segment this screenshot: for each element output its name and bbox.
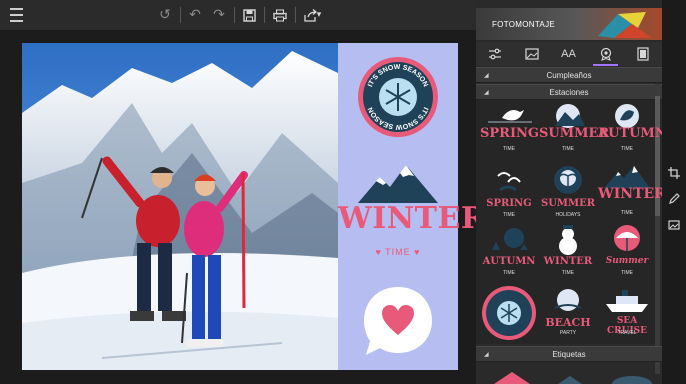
gallery-icon [668, 220, 680, 230]
print-icon [273, 9, 287, 21]
image-icon [524, 48, 539, 60]
text-icon: AA [561, 48, 576, 60]
sticker-snow-badge[interactable] [480, 282, 538, 342]
sticker-sub: TRAVEL [617, 330, 637, 336]
sticker-title: AUTUMN [482, 256, 536, 267]
winter-time-label: TIME [385, 247, 411, 257]
sticker-spring-time[interactable]: SPRING TIME [480, 100, 540, 160]
sticker-sub: TIME [503, 146, 515, 152]
sticker-sub: TIME [621, 146, 633, 152]
sticker-winter-time[interactable]: WINTER TIME [598, 162, 666, 222]
sticker-title: Summer [605, 256, 649, 266]
sticker-icon [600, 47, 611, 61]
collapse-caret-icon: ◢ [484, 350, 489, 358]
frame-icon [636, 47, 649, 61]
tab-frames[interactable] [624, 42, 661, 66]
canvas-area: IT'S SNOW SEASON IT'S SNOW SEASON WINTER… [0, 30, 487, 384]
top-toolbar: ↺ ↶ ↷ ▾ [0, 0, 476, 30]
side-tool-column [662, 0, 686, 384]
crop-tool[interactable] [667, 166, 681, 180]
undo-icon[interactable]: ↶ [183, 4, 207, 26]
label-stickers-preview [494, 372, 652, 384]
tab-adjustments[interactable] [476, 42, 513, 66]
hamburger-icon[interactable] [4, 4, 28, 26]
tab-stickers[interactable] [587, 42, 624, 66]
sticker-sub: TIME [562, 146, 574, 152]
sticker-title: AUTUMN [598, 126, 667, 141]
sticker-sub: PARTY [559, 330, 577, 336]
redo-icon[interactable]: ↷ [207, 4, 231, 26]
sticker-summer-time[interactable]: SUMMER TIME [539, 100, 610, 160]
banner-label: FOTOMONTAJE [492, 20, 556, 29]
tab-image[interactable] [513, 42, 550, 66]
section-seasons-label: Estaciones [549, 87, 589, 97]
sticker-sea-cruise[interactable]: SEA CRUISE TRAVEL [598, 282, 656, 342]
section-seasons[interactable]: ◢ Estaciones [476, 84, 662, 100]
pen-icon [669, 193, 680, 204]
sticker-title: SUMMER [539, 126, 610, 141]
sticker-title: SPRING [486, 198, 532, 209]
sticker-sub: TIME [562, 270, 574, 276]
sticker-sub: TIME [621, 210, 633, 216]
sticker-summer-umbrella[interactable]: Summer TIME [598, 222, 656, 282]
sticker-title: WINTER [543, 256, 593, 267]
section-birthdays-label: Cumpleaños [546, 70, 592, 80]
rotate-left-icon[interactable]: ↺ [153, 4, 177, 26]
photo-layer[interactable] [22, 43, 338, 370]
panel-tabs: AA [476, 42, 662, 66]
sticker-overlay-panel[interactable]: IT'S SNOW SEASON IT'S SNOW SEASON WINTER… [338, 43, 487, 370]
mountains-icon [358, 165, 438, 203]
winter-title: WINTER [338, 201, 487, 236]
crop-icon [668, 167, 680, 179]
sticker-sub: TIME [621, 270, 633, 276]
collage-graphic [598, 12, 652, 38]
save-icon [242, 8, 256, 22]
snow-season-badge[interactable]: IT'S SNOW SEASON IT'S SNOW SEASON [356, 55, 440, 139]
sticker-title: SUMMER [540, 198, 595, 209]
sticker-beach-party[interactable]: BEACH PARTY [539, 282, 597, 342]
right-panel: FOTOMONTAJE AA ◢ Cumpleaños ◢ Estaciones [476, 0, 667, 384]
toolbar-divider [234, 7, 235, 23]
sticker-sub: TIME [503, 212, 515, 218]
section-labels-label: Etiquetas [552, 349, 586, 359]
sticker-title: BEACH [545, 316, 591, 329]
sticker-sub: HOLIDAYS [555, 212, 581, 218]
section-birthdays[interactable]: ◢ Cumpleaños [476, 67, 662, 83]
pen-tool[interactable] [667, 192, 681, 206]
section-labels[interactable]: ◢ Etiquetas [476, 346, 662, 362]
adjustments-icon [488, 48, 501, 60]
tab-text[interactable]: AA [550, 42, 587, 66]
winter-subtitle: ♥ TIME ♥ [375, 247, 421, 257]
sticker-winter-snowman[interactable]: WINTER TIME [539, 222, 597, 282]
ski-photo [22, 43, 338, 370]
save-button[interactable] [237, 4, 261, 26]
sticker-title: SPRING [480, 126, 540, 141]
toolbar-divider [180, 7, 181, 23]
heart-bubble-sticker[interactable] [358, 283, 438, 363]
sticker-autumn-time[interactable]: AUTUMN TIME [598, 100, 667, 160]
collapse-caret-icon: ◢ [484, 71, 489, 79]
sticker-sub: TIME [503, 270, 515, 276]
gallery-tool[interactable] [667, 218, 681, 232]
fotomontaje-banner[interactable]: FOTOMONTAJE [476, 8, 662, 40]
dropdown-icon[interactable]: ▾ [313, 4, 325, 26]
toolbar-divider [264, 7, 265, 23]
sticker-title: WINTER [598, 186, 666, 202]
print-button[interactable] [268, 4, 292, 26]
sticker-spring-birds[interactable]: SPRING TIME [480, 162, 538, 222]
collapse-caret-icon: ◢ [484, 88, 489, 96]
snowflake-badge-icon [482, 286, 536, 340]
toolbar-divider [295, 7, 296, 23]
sticker-autumn-moon[interactable]: AUTUMN TIME [480, 222, 538, 282]
sticker-summer-holidays[interactable]: SUMMER HOLIDAYS [539, 162, 597, 222]
